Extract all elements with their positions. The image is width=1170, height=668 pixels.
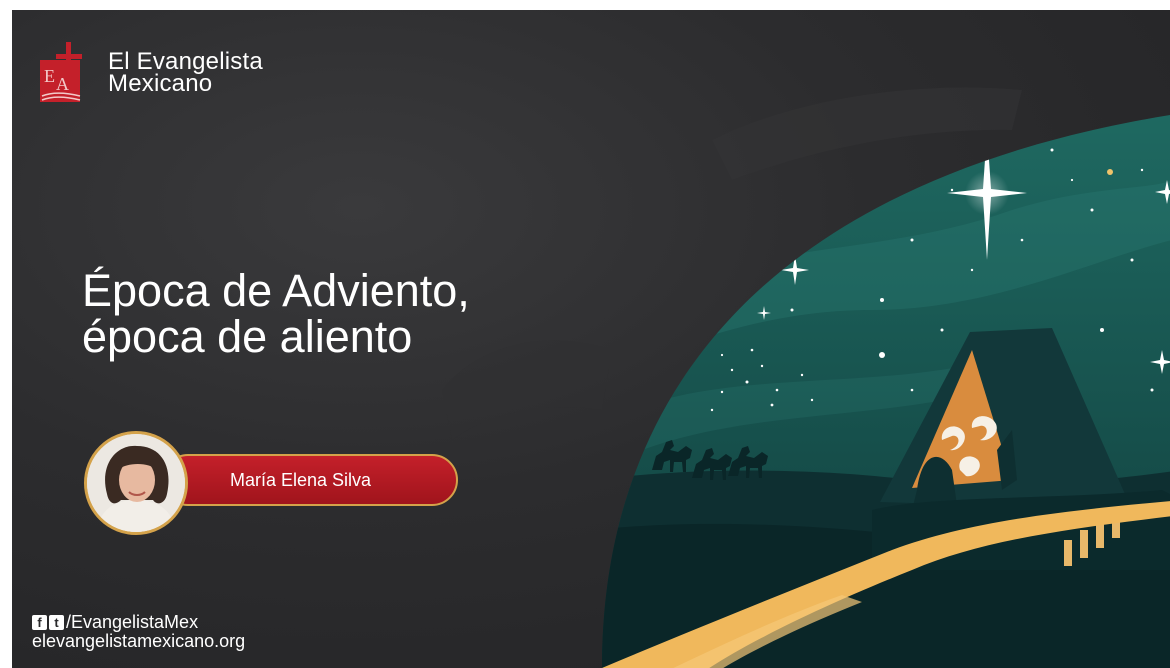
article-banner: E A El Evangelista Mexicano Época de Adv… (12, 10, 1170, 668)
svg-text:E: E (44, 66, 55, 86)
twitter-icon[interactable]: t (49, 615, 64, 630)
author-name: María Elena Silva (230, 470, 372, 490)
website-link[interactable]: elevangelistamexicano.org (32, 632, 245, 651)
brand-logo: E A El Evangelista Mexicano (36, 40, 263, 106)
social-handle[interactable]: /EvangelistaMex (66, 613, 198, 632)
article-title: Época de Adviento, época de aliento (82, 268, 470, 360)
article-title-line1: Época de Adviento, (82, 265, 470, 316)
facebook-icon[interactable]: f (32, 615, 47, 630)
social-footer: f t /EvangelistaMex elevangelistamexican… (32, 613, 245, 651)
brand-name-line2: Mexicano (108, 70, 213, 97)
social-handle-row: f t /EvangelistaMex (32, 613, 245, 632)
svg-text:A: A (56, 74, 69, 94)
author-badge: María Elena Silva (162, 454, 458, 506)
article-title-line2: época de aliento (82, 311, 413, 362)
cross-emblem-icon: E A (40, 42, 82, 102)
page-frame: E A El Evangelista Mexicano Época de Adv… (0, 0, 1170, 668)
brand-name: El Evangelista Mexicano (108, 50, 263, 97)
author-avatar (84, 431, 188, 535)
